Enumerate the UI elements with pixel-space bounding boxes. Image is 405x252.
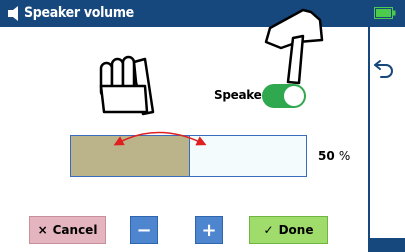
volume-percent: 50 % [318, 149, 350, 163]
speaker-icon [8, 6, 18, 21]
volume-slider-fill [71, 136, 190, 176]
plus-icon: + [201, 219, 217, 241]
pointing-hand-icon [99, 55, 155, 116]
x-icon: × [37, 223, 48, 237]
minus-icon: − [136, 219, 152, 241]
cancel-button-label: Cancel [52, 223, 98, 237]
done-button-label: Done [278, 223, 314, 237]
title-bar: Speaker volume [0, 0, 405, 27]
speaker-toggle[interactable] [262, 84, 306, 108]
volume-unit: % [338, 149, 351, 163]
speaker-label: Speaker [214, 88, 268, 102]
volume-value: 50 [318, 149, 335, 163]
sidebar-footer [368, 238, 405, 252]
cancel-button[interactable]: × Cancel [29, 216, 106, 244]
volume-increase-button[interactable]: + [195, 216, 223, 244]
window-title: Speaker volume [24, 5, 134, 21]
back-icon[interactable] [373, 58, 395, 78]
check-icon: ✓ [263, 223, 274, 237]
volume-decrease-button[interactable]: − [130, 216, 158, 244]
toggle-knob [284, 86, 304, 106]
tutorial-overlay [99, 8, 324, 146]
volume-slider[interactable] [70, 135, 307, 177]
done-button[interactable]: ✓ Done [249, 216, 328, 244]
battery-icon [374, 7, 396, 19]
